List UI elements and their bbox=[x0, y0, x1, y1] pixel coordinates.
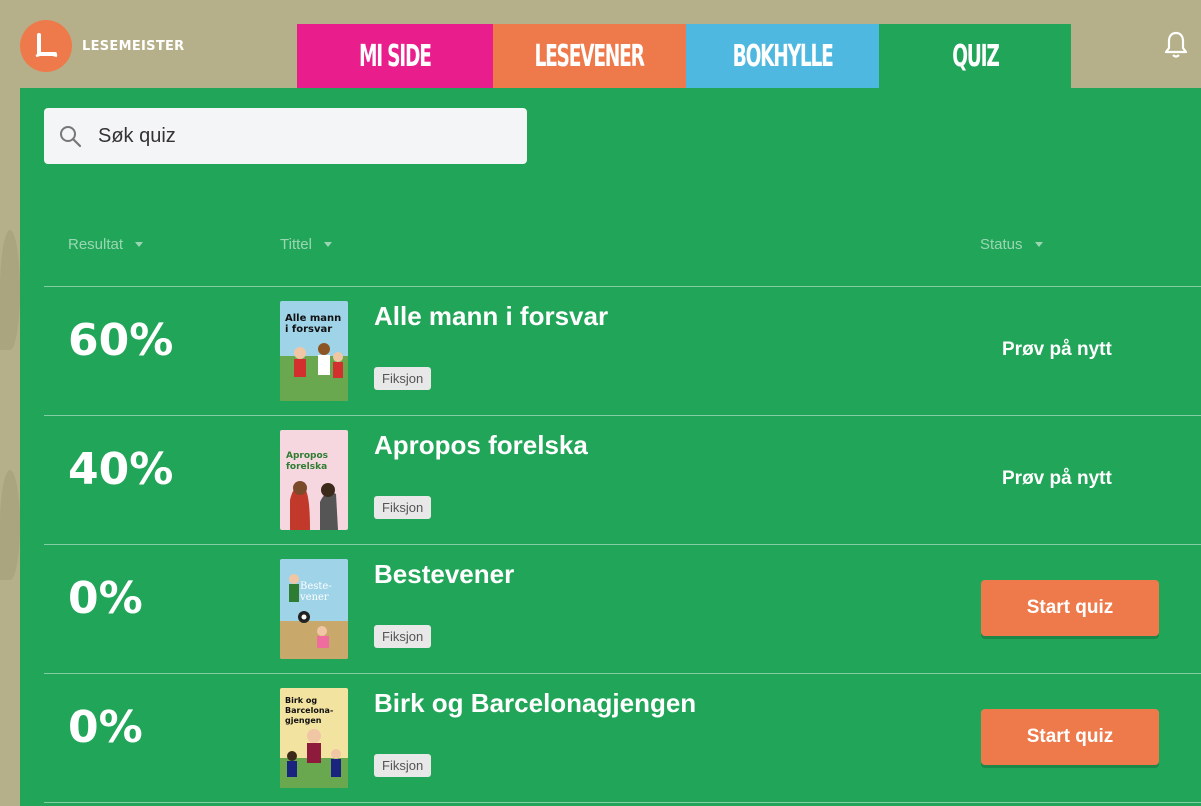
result-percent: 0% bbox=[68, 702, 143, 753]
quiz-title[interactable]: Bestevener bbox=[374, 559, 514, 590]
genre-tag: Fiksjon bbox=[374, 754, 432, 777]
sort-caret-icon bbox=[1034, 242, 1043, 247]
svg-text:Beste-: Beste- bbox=[300, 581, 332, 592]
result-percent: 40% bbox=[68, 444, 174, 495]
notification-bell-icon[interactable] bbox=[1163, 30, 1189, 60]
genre-tag: Fiksjon bbox=[374, 496, 432, 519]
quiz-row[interactable]: 0% Birk og Barcelona- gjengen Birk og Ba… bbox=[44, 673, 1201, 803]
logo[interactable]: LESEMEISTER bbox=[20, 20, 184, 72]
svg-text:Barcelona-: Barcelona- bbox=[285, 706, 333, 715]
svg-text:Alle mann: Alle mann bbox=[285, 313, 341, 324]
quiz-row[interactable]: 0% Beste- vener Bestevener Fiksjon Start… bbox=[44, 544, 1201, 673]
search-input[interactable] bbox=[96, 123, 480, 149]
book-cover[interactable]: Alle mann i forsvar bbox=[280, 301, 348, 401]
tab-quiz[interactable]: QUIZ bbox=[879, 24, 1071, 88]
search-box[interactable] bbox=[44, 108, 527, 164]
result-percent: 60% bbox=[68, 315, 174, 366]
quiz-row[interactable]: 40% Apropos forelska Apropos forelska Fi… bbox=[44, 415, 1201, 544]
search-icon bbox=[60, 126, 82, 148]
svg-text:vener: vener bbox=[299, 592, 329, 603]
column-header-status[interactable]: Status bbox=[980, 236, 1043, 253]
book-cover[interactable]: Apropos forelska bbox=[280, 430, 348, 530]
background-decoration bbox=[0, 230, 20, 350]
svg-text:gjengen: gjengen bbox=[285, 716, 322, 725]
sort-caret-icon bbox=[135, 242, 144, 247]
start-quiz-button[interactable]: Start quiz bbox=[981, 580, 1159, 636]
quiz-panel: Resultat Tittel Status 60% Alle mann i f… bbox=[20, 88, 1201, 806]
quiz-title[interactable]: Apropos forelska bbox=[374, 430, 588, 461]
sort-caret-icon bbox=[323, 242, 332, 247]
quiz-list: 60% Alle mann i forsvar Alle mann i fors… bbox=[44, 286, 1201, 803]
result-percent: 0% bbox=[68, 573, 143, 624]
column-header-result[interactable]: Resultat bbox=[68, 236, 144, 253]
genre-tag: Fiksjon bbox=[374, 367, 432, 390]
book-cover[interactable]: Beste- vener bbox=[280, 559, 348, 659]
genre-tag: Fiksjon bbox=[374, 625, 432, 648]
tab-lesevener[interactable]: LESEVENER bbox=[493, 24, 686, 88]
quiz-row[interactable]: 60% Alle mann i forsvar Alle mann i fors… bbox=[44, 286, 1201, 415]
start-quiz-button[interactable]: Start quiz bbox=[981, 709, 1159, 765]
quiz-title[interactable]: Birk og Barcelonagjengen bbox=[374, 688, 696, 719]
book-logo-icon bbox=[20, 20, 72, 72]
column-header-title[interactable]: Tittel bbox=[280, 236, 332, 253]
top-bar: LESEMEISTER MI SIDE LESEVENER BOKHYLLE Q… bbox=[0, 0, 1201, 88]
svg-text:Apropos: Apropos bbox=[286, 451, 328, 461]
svg-text:forelska: forelska bbox=[286, 462, 327, 472]
main-tabs: MI SIDE LESEVENER BOKHYLLE QUIZ bbox=[297, 24, 1071, 88]
tab-mi-side[interactable]: MI SIDE bbox=[297, 24, 493, 88]
retry-link[interactable]: Prøv på nytt bbox=[1002, 339, 1112, 361]
logo-text: LESEMEISTER bbox=[82, 38, 185, 54]
retry-link[interactable]: Prøv på nytt bbox=[1002, 468, 1112, 490]
quiz-title[interactable]: Alle mann i forsvar bbox=[374, 301, 608, 332]
tab-bokhylle[interactable]: BOKHYLLE bbox=[686, 24, 879, 88]
svg-text:i forsvar: i forsvar bbox=[285, 324, 332, 335]
book-cover[interactable]: Birk og Barcelona- gjengen bbox=[280, 688, 348, 788]
background-decoration bbox=[0, 470, 20, 580]
svg-text:Birk og: Birk og bbox=[285, 696, 317, 705]
